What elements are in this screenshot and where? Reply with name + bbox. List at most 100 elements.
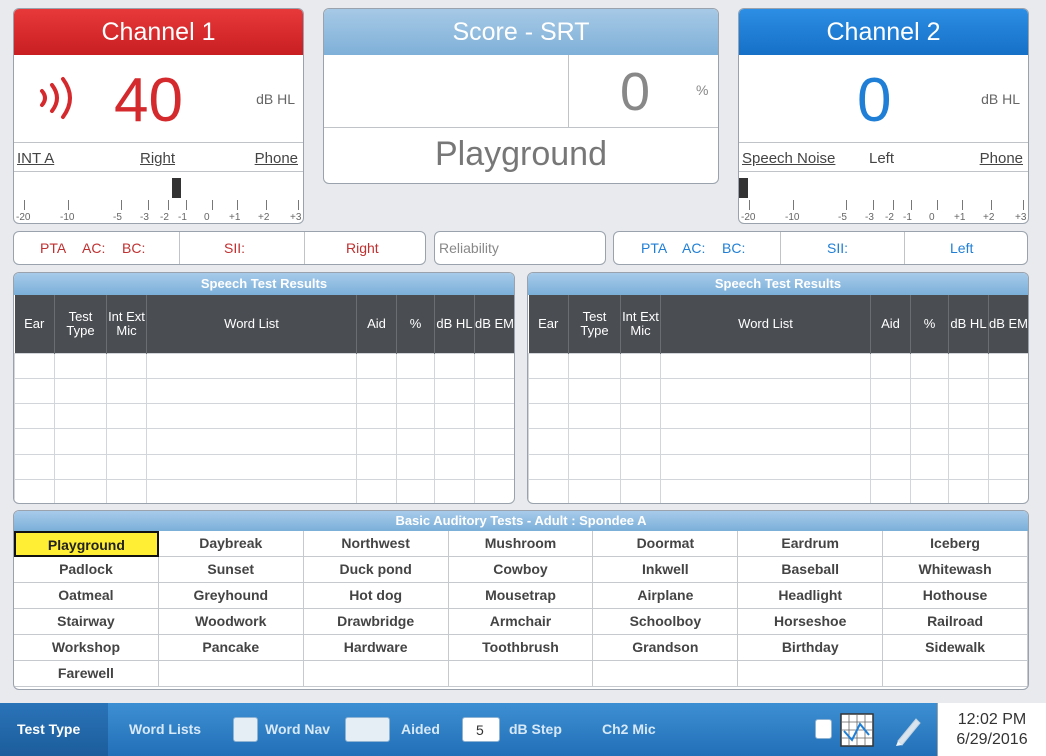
word-airplane[interactable]: Airplane bbox=[593, 583, 739, 609]
word-oatmeal[interactable]: Oatmeal bbox=[14, 583, 159, 609]
chart-icon[interactable] bbox=[840, 713, 874, 747]
word-schoolboy[interactable]: Schoolboy bbox=[593, 609, 739, 635]
table-row[interactable] bbox=[14, 453, 514, 480]
table-row[interactable] bbox=[14, 428, 514, 455]
db-step-input[interactable]: 5 bbox=[462, 717, 500, 742]
word-cowboy[interactable]: Cowboy bbox=[448, 557, 594, 583]
table-cell bbox=[14, 403, 55, 430]
table-row[interactable] bbox=[14, 377, 514, 405]
table-cell bbox=[434, 403, 475, 430]
channel2-routing: Speech Noise Left Phone bbox=[739, 142, 1028, 172]
table-row[interactable] bbox=[528, 453, 1028, 480]
channel1-unit: dB HL bbox=[256, 91, 295, 107]
word-pancake[interactable]: Pancake bbox=[158, 635, 304, 661]
word-whitewash[interactable]: Whitewash bbox=[883, 557, 1028, 583]
word-baseball[interactable]: Baseball bbox=[738, 557, 884, 583]
results-table-right: Ear Test Type Int Ext Mic Word List Aid% dB H… bbox=[528, 295, 1028, 503]
channel1-meter[interactable]: -20 -10 -5 -3 -2 -1 0 +1 +2 +3 bbox=[14, 172, 303, 223]
word-hardware[interactable]: Hardware bbox=[303, 635, 449, 661]
word-horseshoe[interactable]: Horseshoe bbox=[738, 609, 884, 635]
word-doormat[interactable]: Doormat bbox=[593, 531, 739, 557]
channel2-signal[interactable]: Speech Noise bbox=[742, 150, 835, 167]
chart-checkbox[interactable] bbox=[815, 719, 832, 739]
table-cell bbox=[910, 428, 949, 455]
table-cell bbox=[988, 428, 1028, 455]
word-inkwell[interactable]: Inkwell bbox=[593, 557, 739, 583]
db-step-label[interactable]: dB Step bbox=[509, 721, 562, 737]
word-drawbridge[interactable]: Drawbridge bbox=[303, 609, 449, 635]
channel2-ear[interactable]: Left bbox=[869, 150, 894, 167]
table-cell bbox=[948, 428, 989, 455]
table-cell bbox=[396, 377, 435, 405]
word-greyhound[interactable]: Greyhound bbox=[158, 583, 304, 609]
word-headlight[interactable]: Headlight bbox=[738, 583, 884, 609]
pencil-icon[interactable] bbox=[892, 713, 924, 747]
word-list-title: Basic Auditory Tests - Adult : Spondee A bbox=[14, 511, 1028, 531]
table-cell bbox=[568, 478, 621, 503]
word-farewell[interactable]: Farewell bbox=[14, 661, 159, 687]
table-row[interactable] bbox=[528, 403, 1028, 430]
channel2-meter[interactable]: -20 -10 -5 -3 -2 -1 0 +1 +2 +3 bbox=[739, 172, 1028, 223]
table-cell bbox=[356, 428, 397, 455]
word-sidewalk[interactable]: Sidewalk bbox=[883, 635, 1028, 661]
meter-tick-label: -5 bbox=[838, 212, 847, 223]
aided-toggle[interactable] bbox=[345, 717, 390, 742]
channel1-meter-knob[interactable] bbox=[172, 178, 181, 198]
ch2-mic-button[interactable]: Ch2 Mic bbox=[602, 721, 656, 737]
word-nav-label[interactable]: Word Nav bbox=[265, 721, 330, 737]
table-row[interactable] bbox=[528, 428, 1028, 455]
word-daybreak[interactable]: Daybreak bbox=[158, 531, 304, 557]
word-woodwork[interactable]: Woodwork bbox=[158, 609, 304, 635]
test-type-button[interactable]: Test Type bbox=[0, 703, 108, 756]
meter-tick-label: -1 bbox=[178, 212, 187, 223]
sound-wave-icon[interactable] bbox=[36, 75, 80, 121]
word-hot-dog[interactable]: Hot dog bbox=[303, 583, 449, 609]
word-playground[interactable]: Playground bbox=[14, 531, 159, 557]
table-row[interactable] bbox=[528, 478, 1028, 503]
word-workshop[interactable]: Workshop bbox=[14, 635, 159, 661]
table-cell bbox=[660, 478, 871, 503]
word-railroad[interactable]: Railroad bbox=[883, 609, 1028, 635]
word-list-panel: Basic Auditory Tests - Adult : Spondee A… bbox=[13, 510, 1029, 690]
word-armchair[interactable]: Armchair bbox=[448, 609, 594, 635]
meter-tick-label: 0 bbox=[929, 212, 935, 223]
bottom-toolbar: Test Type Word Lists Word Nav Aided 5 dB… bbox=[0, 703, 1046, 756]
channel2-transducer[interactable]: Phone bbox=[980, 150, 1023, 167]
table-cell bbox=[54, 403, 107, 430]
table-cell bbox=[146, 478, 357, 503]
word-nav-toggle[interactable] bbox=[233, 717, 258, 742]
channel1-level[interactable]: 40 bbox=[114, 65, 183, 136]
table-row[interactable] bbox=[528, 352, 1028, 379]
table-row[interactable] bbox=[14, 352, 514, 379]
word-northwest[interactable]: Northwest bbox=[303, 531, 449, 557]
word-sunset[interactable]: Sunset bbox=[158, 557, 304, 583]
reliability-field[interactable]: Reliability bbox=[434, 231, 606, 265]
word-hothouse[interactable]: Hothouse bbox=[883, 583, 1028, 609]
bc-label-left: BC: bbox=[122, 240, 146, 256]
channel1-ear[interactable]: Right bbox=[140, 150, 175, 167]
word-lists-button[interactable]: Word Lists bbox=[129, 721, 201, 737]
table-row[interactable] bbox=[14, 403, 514, 430]
channel1-transducer[interactable]: Phone bbox=[255, 150, 298, 167]
aided-label[interactable]: Aided bbox=[401, 721, 440, 737]
word-stairway[interactable]: Stairway bbox=[14, 609, 159, 635]
channel1-signal[interactable]: INT A bbox=[17, 150, 54, 167]
word-grandson[interactable]: Grandson bbox=[593, 635, 739, 661]
word-padlock[interactable]: Padlock bbox=[14, 557, 159, 583]
word-toothbrush[interactable]: Toothbrush bbox=[448, 635, 594, 661]
table-cell bbox=[870, 403, 911, 430]
word-duck-pond[interactable]: Duck pond bbox=[303, 557, 449, 583]
results-column-header: Word List bbox=[146, 295, 357, 353]
word-birthday[interactable]: Birthday bbox=[738, 635, 884, 661]
word-iceberg[interactable]: Iceberg bbox=[883, 531, 1028, 557]
word-eardrum[interactable]: Eardrum bbox=[738, 531, 884, 557]
channel2-meter-knob[interactable] bbox=[739, 178, 748, 198]
table-cell bbox=[870, 428, 911, 455]
table-cell bbox=[146, 453, 357, 480]
channel2-level[interactable]: 0 bbox=[857, 65, 891, 136]
word-mousetrap[interactable]: Mousetrap bbox=[448, 583, 594, 609]
meter-tick-mark bbox=[237, 200, 238, 210]
table-row[interactable] bbox=[14, 478, 514, 503]
word-mushroom[interactable]: Mushroom bbox=[448, 531, 594, 557]
table-row[interactable] bbox=[528, 377, 1028, 405]
